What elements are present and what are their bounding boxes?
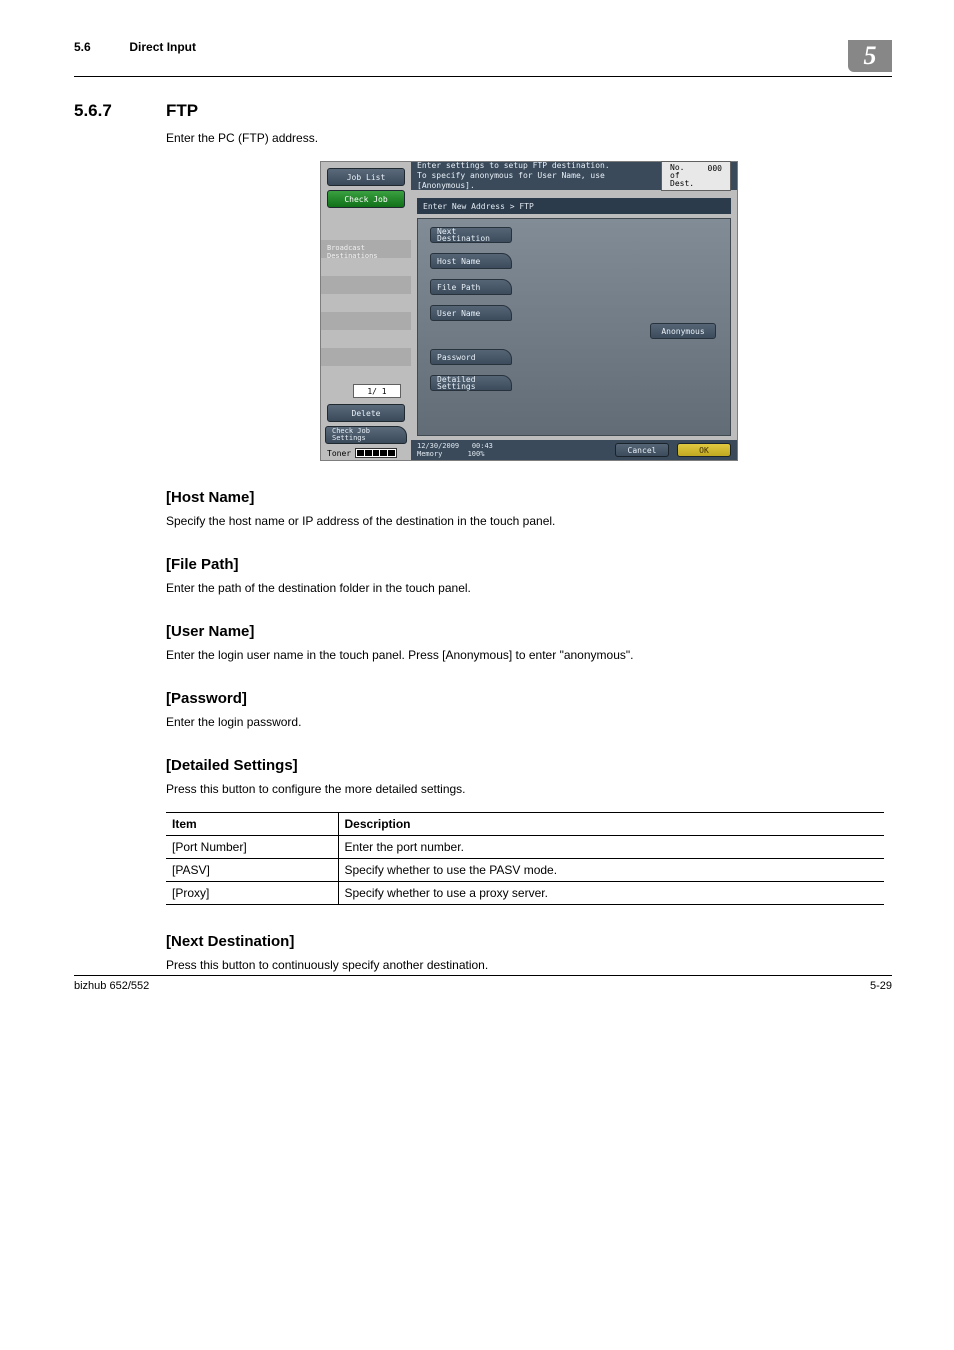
next-destination-button[interactable]: Next Destination bbox=[430, 227, 512, 243]
table-head-desc: Description bbox=[338, 813, 884, 836]
page-counter: 1/ 1 bbox=[353, 384, 401, 398]
next-destination-heading: [Next Destination] bbox=[166, 933, 892, 950]
detailed-settings-heading: [Detailed Settings] bbox=[166, 757, 892, 774]
broadcast-destinations-label: Broadcast Destinations bbox=[327, 244, 405, 260]
host-name-heading: [Host Name] bbox=[166, 489, 892, 506]
message-line-2: To specify anonymous for User Name, use … bbox=[417, 171, 661, 191]
footer-left: bizhub 652/552 bbox=[74, 980, 149, 992]
password-text: Enter the login password. bbox=[166, 715, 892, 729]
header-section-number: 5.6 bbox=[74, 40, 126, 54]
file-path-heading: [File Path] bbox=[166, 556, 892, 573]
table-head-item: Item bbox=[166, 813, 338, 836]
table-cell-item: [PASV] bbox=[166, 859, 338, 882]
host-name-button[interactable]: Host Name bbox=[430, 253, 512, 269]
footer-time: 00:43 bbox=[472, 442, 493, 450]
next-destination-text: Press this button to continuously specif… bbox=[166, 958, 892, 972]
footer-memory-label: Memory bbox=[417, 450, 442, 458]
table-row: [Proxy] Specify whether to use a proxy s… bbox=[166, 882, 884, 905]
check-job-settings-button[interactable]: Check Job Settings bbox=[325, 426, 407, 444]
cancel-button[interactable]: Cancel bbox=[615, 443, 669, 457]
user-name-text: Enter the login user name in the touch p… bbox=[166, 648, 892, 662]
footer-right: 5-29 bbox=[870, 980, 892, 992]
host-name-text: Specify the host name or IP address of t… bbox=[166, 514, 892, 528]
file-path-text: Enter the path of the destination folder… bbox=[166, 581, 892, 595]
touch-panel-screenshot: Job List Check Job Broadcast Destination… bbox=[320, 161, 738, 461]
intro-text: Enter the PC (FTP) address. bbox=[166, 131, 892, 145]
dest-count-label: No. of Dest. bbox=[670, 164, 698, 188]
toner-label: Toner bbox=[327, 449, 351, 458]
dest-count-value: 000 bbox=[708, 164, 722, 188]
check-job-button[interactable]: Check Job bbox=[327, 190, 405, 208]
table-row: [Port Number] Enter the port number. bbox=[166, 836, 884, 859]
h3-title: FTP bbox=[166, 101, 198, 121]
message-bar: Enter settings to setup FTP destination.… bbox=[411, 162, 737, 190]
job-list-button[interactable]: Job List bbox=[327, 168, 405, 186]
settings-panel: Next Destination Host Name File Path Use… bbox=[417, 218, 731, 436]
password-heading: [Password] bbox=[166, 690, 892, 707]
message-line-1: Enter settings to setup FTP destination. bbox=[417, 161, 661, 171]
table-row: [PASV] Specify whether to use the PASV m… bbox=[166, 859, 884, 882]
detailed-settings-text: Press this button to configure the more … bbox=[166, 782, 892, 796]
user-name-button[interactable]: User Name bbox=[430, 305, 512, 321]
table-cell-desc: Specify whether to use the PASV mode. bbox=[338, 859, 884, 882]
breadcrumb: Enter New Address > FTP bbox=[417, 198, 731, 214]
header-section-title: Direct Input bbox=[129, 40, 196, 54]
file-path-button[interactable]: File Path bbox=[430, 279, 512, 295]
header-rule bbox=[74, 76, 892, 77]
chapter-badge: 5 bbox=[848, 40, 892, 72]
table-cell-desc: Enter the port number. bbox=[338, 836, 884, 859]
delete-button[interactable]: Delete bbox=[327, 404, 405, 422]
dest-count-badge: No. of Dest. 000 bbox=[661, 161, 731, 191]
user-name-heading: [User Name] bbox=[166, 623, 892, 640]
footer-date: 12/30/2009 bbox=[417, 442, 459, 450]
password-button[interactable]: Password bbox=[430, 349, 512, 365]
h3-number: 5.6.7 bbox=[74, 101, 166, 121]
footer-memory-value: 100% bbox=[468, 450, 485, 458]
toner-level-bar bbox=[355, 448, 397, 458]
anonymous-button[interactable]: Anonymous bbox=[650, 323, 716, 339]
table-cell-item: [Proxy] bbox=[166, 882, 338, 905]
detailed-settings-table: Item Description [Port Number] Enter the… bbox=[166, 812, 884, 905]
detailed-settings-button[interactable]: Detailed Settings bbox=[430, 375, 512, 391]
table-cell-desc: Specify whether to use a proxy server. bbox=[338, 882, 884, 905]
ok-button[interactable]: OK bbox=[677, 443, 731, 457]
table-cell-item: [Port Number] bbox=[166, 836, 338, 859]
